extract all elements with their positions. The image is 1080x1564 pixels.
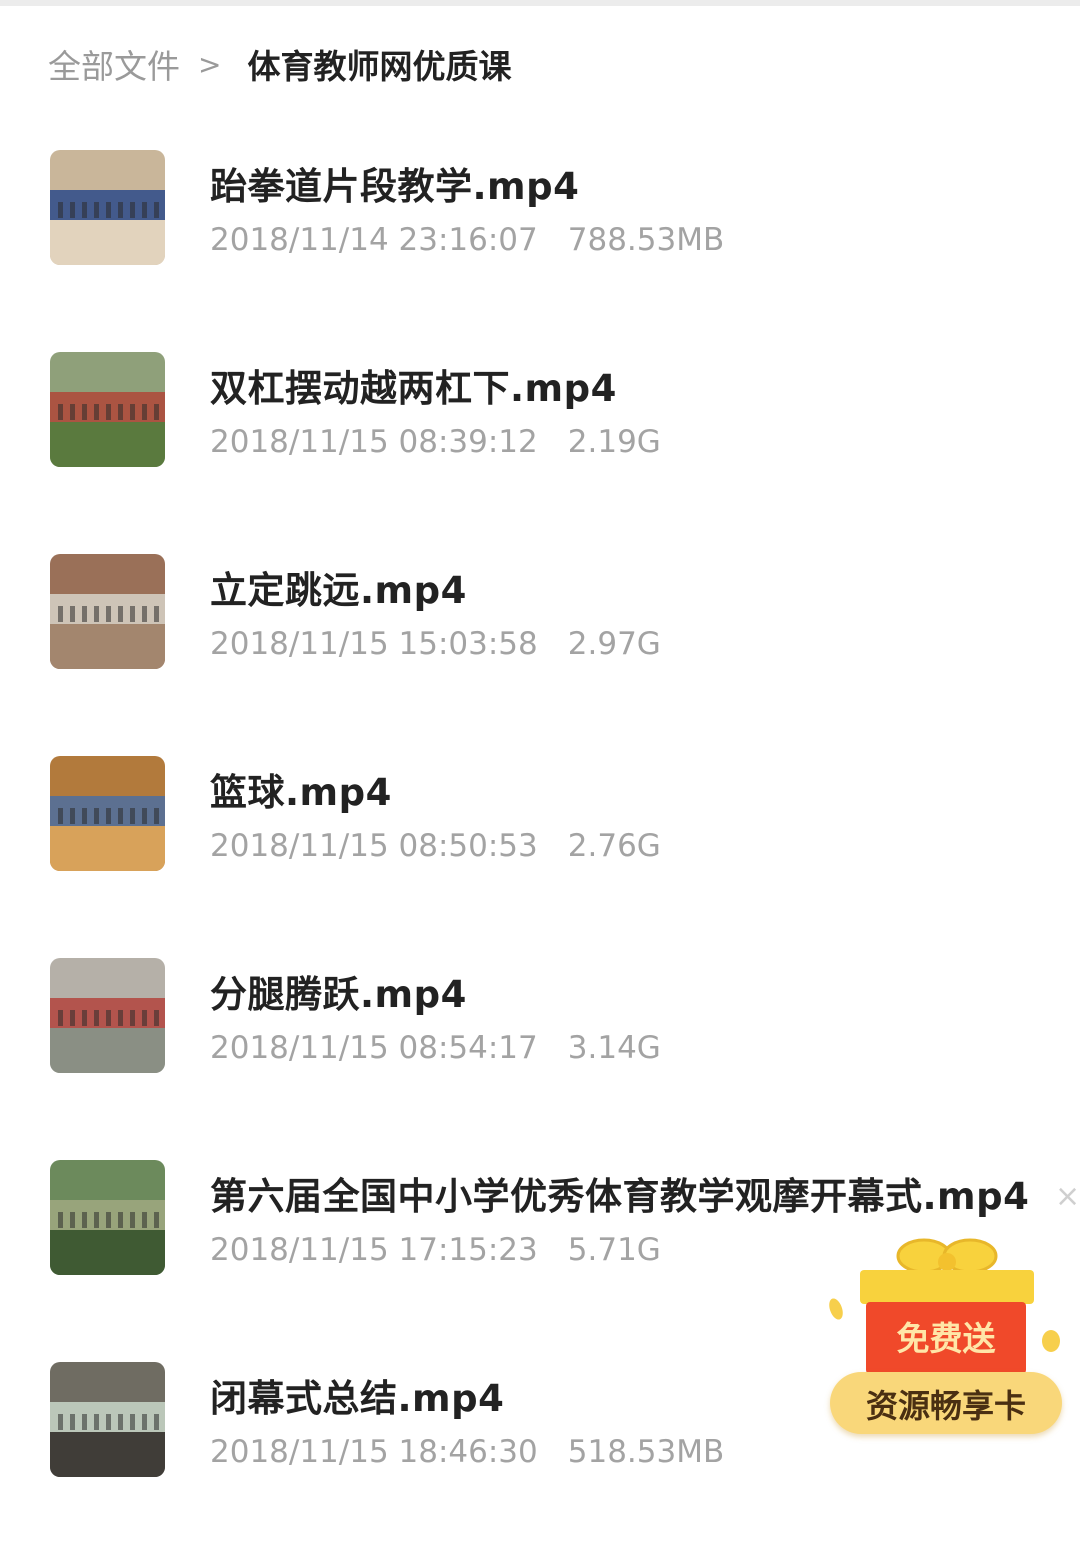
promo-card-label: 资源畅享卡 — [865, 1387, 1026, 1425]
promo-free-label: 免费送 — [896, 1319, 996, 1358]
file-date: 2018/11/15 08:50:53 — [210, 828, 538, 864]
file-row[interactable]: 篮球.mp4 2018/11/15 08:50:53 2.76G — [0, 756, 1080, 958]
file-meta: 2018/11/15 08:50:53 2.76G — [210, 828, 661, 864]
file-meta: 2018/11/14 23:16:07 788.53MB — [210, 222, 724, 258]
video-thumbnail[interactable] — [50, 756, 165, 871]
file-row[interactable]: 分腿腾跃.mp4 2018/11/15 08:54:17 3.14G — [0, 958, 1080, 1160]
video-thumbnail-image — [50, 150, 165, 265]
video-thumbnail[interactable] — [50, 554, 165, 669]
video-thumbnail[interactable] — [50, 958, 165, 1073]
file-name[interactable]: 第六届全国中小学优秀体育教学观摩开幕式.mp4 — [210, 1166, 1029, 1220]
file-row[interactable]: 立定跳远.mp4 2018/11/15 15:03:58 2.97G — [0, 554, 1080, 756]
file-date: 2018/11/15 18:46:30 — [210, 1434, 538, 1470]
coin-icon — [826, 1296, 846, 1322]
video-thumbnail[interactable] — [50, 1160, 165, 1275]
file-date: 2018/11/15 17:15:23 — [210, 1232, 538, 1268]
video-thumbnail-image — [50, 756, 165, 871]
file-size: 2.19G — [567, 424, 661, 460]
top-divider — [0, 0, 1080, 6]
promo-close-icon[interactable]: × — [1055, 1180, 1080, 1214]
file-meta: 2018/11/15 18:46:30 518.53MB — [210, 1434, 724, 1470]
file-size: 788.53MB — [567, 222, 725, 258]
coin-icon — [1042, 1330, 1060, 1352]
file-name[interactable]: 立定跳远.mp4 — [210, 560, 467, 614]
file-meta: 2018/11/15 08:39:12 2.19G — [210, 424, 661, 460]
file-meta: 2018/11/15 08:54:17 3.14G — [210, 1030, 661, 1066]
file-size: 2.97G — [567, 626, 661, 662]
file-row[interactable]: 双杠摆动越两杠下.mp4 2018/11/15 08:39:12 2.19G — [0, 352, 1080, 554]
video-thumbnail-image — [50, 958, 165, 1073]
file-name[interactable]: 双杠摆动越两杠下.mp4 — [210, 358, 617, 412]
gift-lid — [860, 1270, 1034, 1304]
video-thumbnail[interactable] — [50, 1362, 165, 1477]
video-thumbnail-image — [50, 1160, 165, 1275]
video-thumbnail-image — [50, 554, 165, 669]
file-name[interactable]: 跆拳道片段教学.mp4 — [210, 156, 579, 210]
file-date: 2018/11/15 08:39:12 — [210, 424, 538, 460]
video-thumbnail[interactable] — [50, 352, 165, 467]
file-row[interactable]: 跆拳道片段教学.mp4 2018/11/14 23:16:07 788.53MB — [0, 150, 1080, 352]
file-size: 3.14G — [567, 1030, 661, 1066]
video-thumbnail[interactable] — [50, 150, 165, 265]
file-date: 2018/11/15 15:03:58 — [210, 626, 538, 662]
file-meta: 2018/11/15 17:15:23 5.71G — [210, 1232, 661, 1268]
file-size: 5.71G — [567, 1232, 661, 1268]
promo-gift-widget[interactable]: 免费送 资源畅享卡 — [822, 1226, 1072, 1441]
file-name[interactable]: 闭幕式总结.mp4 — [210, 1368, 504, 1422]
breadcrumb-root-link[interactable]: 全部文件 — [48, 40, 180, 88]
video-thumbnail-image — [50, 1362, 165, 1477]
breadcrumb-current-folder: 体育教师网优质课 — [247, 47, 512, 86]
file-meta: 2018/11/15 15:03:58 2.97G — [210, 626, 661, 662]
breadcrumb-separator: > — [198, 47, 222, 81]
file-name[interactable]: 篮球.mp4 — [210, 762, 392, 816]
file-date: 2018/11/15 08:54:17 — [210, 1030, 538, 1066]
file-size: 2.76G — [567, 828, 661, 864]
file-date: 2018/11/14 23:16:07 — [210, 222, 538, 258]
file-name[interactable]: 分腿腾跃.mp4 — [210, 964, 467, 1018]
video-thumbnail-image — [50, 352, 165, 467]
file-size: 518.53MB — [567, 1434, 725, 1470]
breadcrumb: 全部文件 > 体育教师网优质课 — [48, 42, 511, 86]
